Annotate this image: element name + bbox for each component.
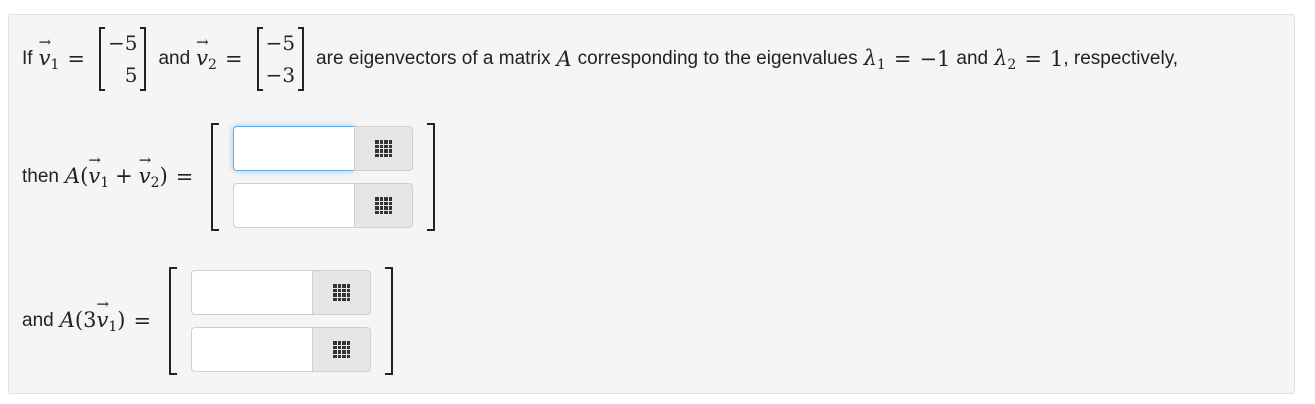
equals-sign: =	[1024, 47, 1042, 71]
lambda2: λ2	[994, 45, 1017, 73]
part2-matrix-button-1[interactable]	[312, 270, 372, 315]
equals-sign: =	[175, 165, 194, 189]
part1-input-2[interactable]	[233, 183, 355, 228]
then-word: then	[22, 166, 59, 187]
part1-answer-matrix	[211, 123, 436, 231]
v1-symbol: v1	[39, 33, 60, 73]
v2-vector: −5 −3	[256, 27, 305, 91]
question-panel: If v1 = −5 5 and v2 = −5 −3 are eigenvec…	[8, 14, 1295, 394]
respectively-text: , respectively,	[1063, 48, 1179, 69]
part2-answer-2	[191, 327, 372, 372]
equals-sign: =	[133, 309, 152, 333]
equals-sign: =	[67, 47, 85, 71]
and-word-2: and	[956, 48, 989, 69]
eigenvalue-text: corresponding to the eigenvalues	[577, 48, 858, 69]
part1-answer-2	[233, 183, 414, 228]
part1-expression: A(v1+v2)	[65, 151, 168, 191]
grid-icon	[333, 284, 351, 301]
v2-entry-2: −3	[265, 63, 296, 87]
eigenvector-text: are eigenvectors of a matrix	[316, 48, 551, 69]
if-word: If	[22, 48, 33, 69]
part2-input-2[interactable]	[191, 327, 313, 372]
part2-input-1[interactable]	[191, 270, 313, 315]
v2-entry-1: −5	[265, 31, 296, 55]
grid-icon	[375, 140, 393, 157]
and-word: and	[158, 48, 191, 69]
and-prefix: and	[22, 310, 54, 331]
part1-matrix-button-1[interactable]	[354, 126, 414, 171]
v1-entry-2: 5	[124, 63, 138, 87]
lambda1-value: −1	[919, 47, 951, 71]
v2-symbol: v2	[196, 33, 217, 73]
equals-sign: =	[224, 47, 243, 71]
part2-answer-1	[191, 270, 372, 315]
part2-row: and A(3v1) =	[22, 267, 394, 375]
part1-answer-1	[233, 126, 414, 171]
matrix-letter: A	[556, 47, 572, 71]
part1-row: then A(v1+v2) =	[22, 123, 436, 231]
part2-matrix-button-2[interactable]	[312, 327, 372, 372]
part2-expression: A(3v1)	[60, 295, 126, 335]
part2-answer-matrix	[169, 267, 394, 375]
question-statement: If v1 = −5 5 and v2 = −5 −3 are eigenvec…	[22, 27, 1178, 91]
v1-vector: −5 5	[98, 27, 147, 91]
part1-input-1[interactable]	[233, 126, 355, 171]
v1-entry-1: −5	[107, 31, 138, 55]
grid-icon	[375, 197, 393, 214]
equals-sign: =	[893, 47, 912, 71]
part1-matrix-button-2[interactable]	[354, 183, 414, 228]
lambda1: λ1	[863, 45, 886, 73]
grid-icon	[333, 341, 351, 358]
lambda2-value: 1	[1049, 47, 1064, 71]
